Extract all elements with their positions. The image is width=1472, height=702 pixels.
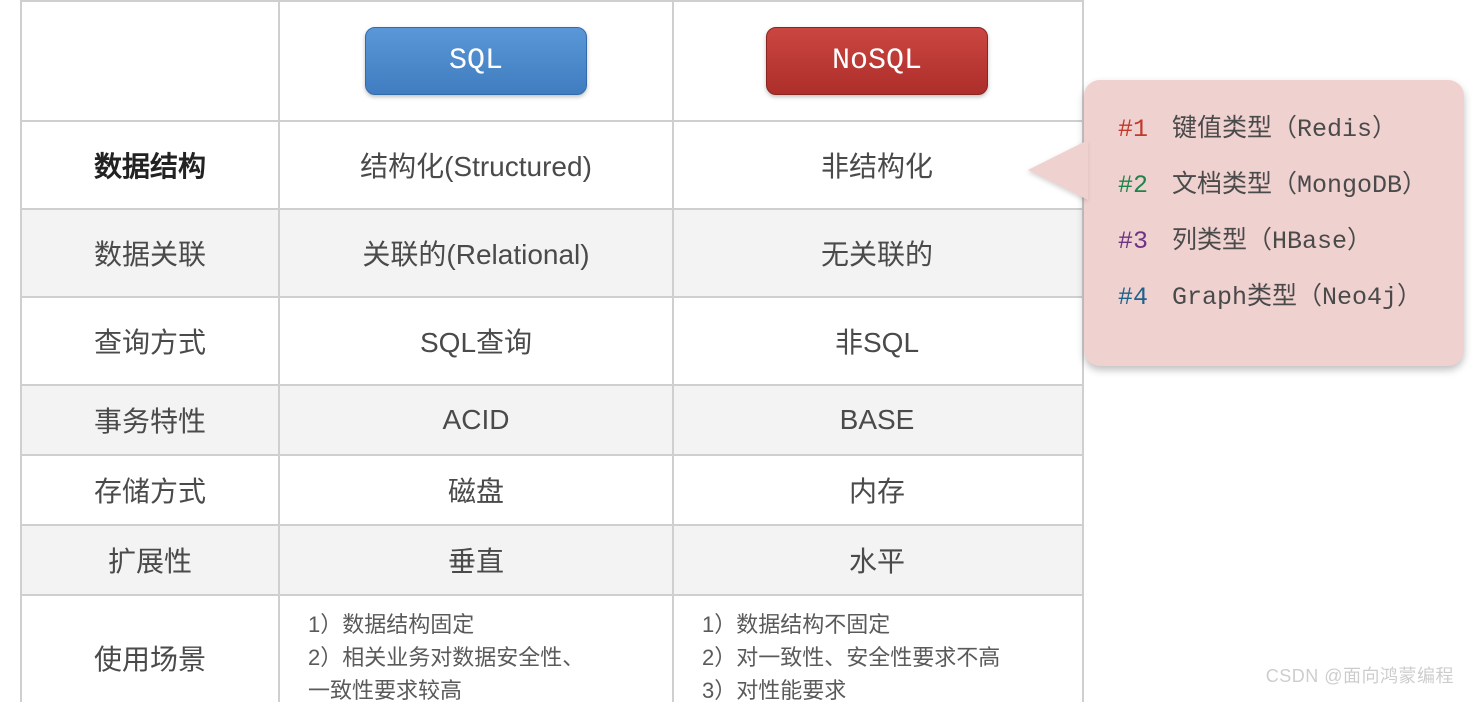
- row-usage: 使用场景 1）数据结构固定 2）相关业务对数据安全性、 一致性要求较高 1）数据…: [22, 596, 1082, 702]
- label-usage: 使用场景: [22, 596, 280, 702]
- nosql-txn: BASE: [674, 386, 1080, 454]
- label-scale: 扩展性: [22, 526, 280, 594]
- nosql-storage: 内存: [674, 456, 1080, 524]
- nosql-types-callout: #1 键值类型（Redis） #2 文档类型（MongoDB） #3 列类型（H…: [1084, 80, 1464, 366]
- callout-item: #1 键值类型（Redis）: [1118, 108, 1446, 144]
- nosql-query: 非SQL: [674, 298, 1080, 384]
- callout-text: 文档类型（MongoDB）: [1172, 164, 1427, 200]
- sql-structure: 结构化(Structured): [280, 122, 674, 208]
- nosql-usage: 1）数据结构不固定 2）对一致性、安全性要求不高 3）对性能要求: [674, 596, 1080, 702]
- callout-text: 键值类型（Redis）: [1172, 108, 1397, 144]
- sql-relation: 关联的(Relational): [280, 210, 674, 296]
- header-sql: SQL: [280, 2, 674, 120]
- sql-scale: 垂直: [280, 526, 674, 594]
- label-txn: 事务特性: [22, 386, 280, 454]
- label-query: 查询方式: [22, 298, 280, 384]
- nosql-usage-line: 3）对性能要求: [702, 674, 846, 702]
- row-structure: 数据结构 结构化(Structured) 非结构化: [22, 122, 1082, 210]
- callout-text: 列类型（HBase）: [1172, 220, 1372, 256]
- header-blank: [22, 2, 280, 120]
- callout-num: #4: [1118, 283, 1172, 312]
- row-txn: 事务特性 ACID BASE: [22, 386, 1082, 456]
- nosql-usage-line: 1）数据结构不固定: [702, 608, 890, 641]
- nosql-structure: 非结构化: [674, 122, 1080, 208]
- comparison-table: SQL NoSQL 数据结构 结构化(Structured) 非结构化 数据关联…: [20, 0, 1084, 702]
- callout-num: #1: [1118, 115, 1172, 144]
- label-structure: 数据结构: [22, 122, 280, 208]
- sql-usage-line: 一致性要求较高: [308, 674, 462, 702]
- sql-storage: 磁盘: [280, 456, 674, 524]
- row-relation: 数据关联 关联的(Relational) 无关联的: [22, 210, 1082, 298]
- sql-usage: 1）数据结构固定 2）相关业务对数据安全性、 一致性要求较高: [280, 596, 674, 702]
- watermark: CSDN @面向鸿蒙编程: [1266, 662, 1454, 688]
- callout-num: #2: [1118, 171, 1172, 200]
- sql-query: SQL查询: [280, 298, 674, 384]
- sql-usage-line: 2）相关业务对数据安全性、: [308, 641, 584, 674]
- header-nosql: NoSQL: [674, 2, 1080, 120]
- label-relation: 数据关联: [22, 210, 280, 296]
- sql-usage-line: 1）数据结构固定: [308, 608, 474, 641]
- callout-item: #2 文档类型（MongoDB）: [1118, 164, 1446, 200]
- row-scale: 扩展性 垂直 水平: [22, 526, 1082, 596]
- sql-pill: SQL: [365, 27, 587, 95]
- sql-txn: ACID: [280, 386, 674, 454]
- nosql-relation: 无关联的: [674, 210, 1080, 296]
- header-row: SQL NoSQL: [22, 2, 1082, 122]
- callout-text: Graph类型（Neo4j）: [1172, 276, 1422, 312]
- nosql-usage-line: 2）对一致性、安全性要求不高: [702, 641, 1000, 674]
- nosql-scale: 水平: [674, 526, 1080, 594]
- nosql-pill: NoSQL: [766, 27, 988, 95]
- row-query: 查询方式 SQL查询 非SQL: [22, 298, 1082, 386]
- label-storage: 存储方式: [22, 456, 280, 524]
- row-storage: 存储方式 磁盘 内存: [22, 456, 1082, 526]
- callout-num: #3: [1118, 227, 1172, 256]
- callout-item: #3 列类型（HBase）: [1118, 220, 1446, 256]
- callout-item: #4 Graph类型（Neo4j）: [1118, 276, 1446, 312]
